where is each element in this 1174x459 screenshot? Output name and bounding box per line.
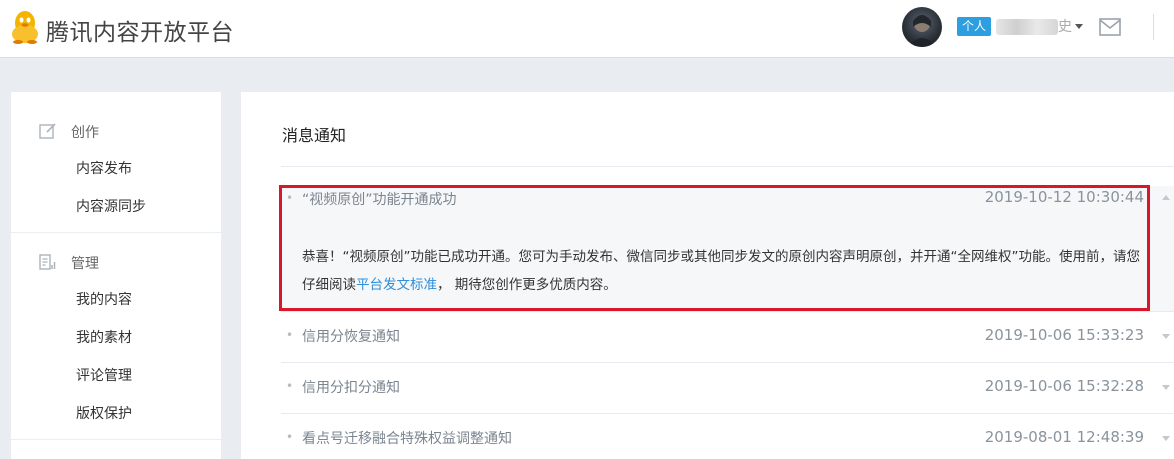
notice-time: 2019-10-12 10:30:44	[984, 188, 1144, 206]
row-divider	[281, 311, 1174, 312]
page-title: 消息通知	[282, 126, 347, 145]
sidebar-divider	[11, 232, 221, 233]
sidebar-section-manage: 管理	[11, 251, 221, 275]
bullet-icon: •	[286, 328, 294, 342]
sidebar: 创作 内容发布 内容源同步 管理 我的内容 我的素材 评论管理 版权保护	[11, 92, 221, 459]
header-divider	[1153, 14, 1154, 40]
bullet-icon: •	[286, 379, 294, 393]
notification-panel: 消息通知 • “视频原创”功能开通成功 2019-10-12 10:30:44 …	[241, 92, 1174, 459]
notice-title[interactable]: 看点号迁移融合特殊权益调整通知	[302, 428, 512, 448]
notice-time: 2019-10-06 15:33:23	[984, 326, 1144, 344]
platform-standard-link[interactable]: 平台发文标准	[356, 277, 437, 293]
notice-time: 2019-10-06 15:32:28	[984, 377, 1144, 395]
username-visible-char: 史	[1058, 19, 1072, 35]
chevron-down-icon[interactable]	[1162, 334, 1170, 339]
chevron-up-icon[interactable]	[1162, 195, 1170, 200]
notice-item-expanded[interactable]: • “视频原创”功能开通成功 2019-10-12 10:30:44 恭喜！“视…	[281, 186, 1174, 311]
bullet-icon: •	[286, 430, 294, 444]
bullet-icon: •	[286, 191, 294, 205]
brand-title[interactable]: 腾讯内容开放平台	[46, 13, 234, 47]
title-divider	[281, 166, 1174, 167]
sidebar-item-my-assets[interactable]: 我的素材	[76, 327, 132, 347]
sidebar-divider	[11, 439, 221, 440]
notice-time: 2019-08-01 12:48:39	[984, 428, 1144, 446]
sidebar-item-copyright[interactable]: 版权保护	[76, 403, 132, 423]
notice-title[interactable]: “视频原创”功能开通成功	[302, 189, 457, 209]
sidebar-section-create: 创作	[11, 120, 221, 144]
chevron-down-icon[interactable]	[1075, 24, 1083, 29]
sidebar-item-my-content[interactable]: 我的内容	[76, 289, 132, 309]
mail-icon[interactable]	[1099, 18, 1121, 36]
notice-title[interactable]: 信用分扣分通知	[302, 377, 400, 397]
row-divider	[281, 413, 1174, 414]
username[interactable]: 史	[996, 14, 1072, 40]
row-divider	[281, 362, 1174, 363]
top-header: 腾讯内容开放平台 个人 史	[0, 0, 1174, 58]
notice-item[interactable]: • 信用分恢复通知 2019-10-06 15:33:23	[281, 326, 1174, 346]
avatar-image	[908, 15, 936, 47]
notice-body-text-end: ， 期待您创作更多优质内容。	[437, 277, 617, 293]
notice-title[interactable]: 信用分恢复通知	[302, 326, 400, 346]
notice-item[interactable]: • 信用分扣分通知 2019-10-06 15:32:28	[281, 377, 1174, 397]
username-redacted	[996, 19, 1058, 35]
section-title-manage: 管理	[71, 256, 99, 272]
chevron-down-icon[interactable]	[1162, 385, 1170, 390]
notice-body: 恭喜！“视频原创”功能已成功开通。您可为手动发布、微信同步或其他同步发文的原创内…	[302, 243, 1148, 299]
sidebar-item-content-publish[interactable]: 内容发布	[76, 158, 132, 178]
chevron-down-icon[interactable]	[1162, 436, 1170, 441]
manage-icon	[39, 254, 56, 270]
edit-icon	[39, 123, 56, 139]
penguin-icon[interactable]	[10, 10, 40, 44]
notice-item[interactable]: • 看点号迁移融合特殊权益调整通知 2019-08-01 12:48:39	[281, 428, 1174, 448]
section-title-create: 创作	[71, 125, 99, 141]
account-type-badge: 个人	[957, 17, 992, 36]
avatar[interactable]	[902, 7, 942, 47]
sidebar-item-comments[interactable]: 评论管理	[76, 365, 132, 385]
sidebar-item-source-sync[interactable]: 内容源同步	[76, 196, 146, 216]
